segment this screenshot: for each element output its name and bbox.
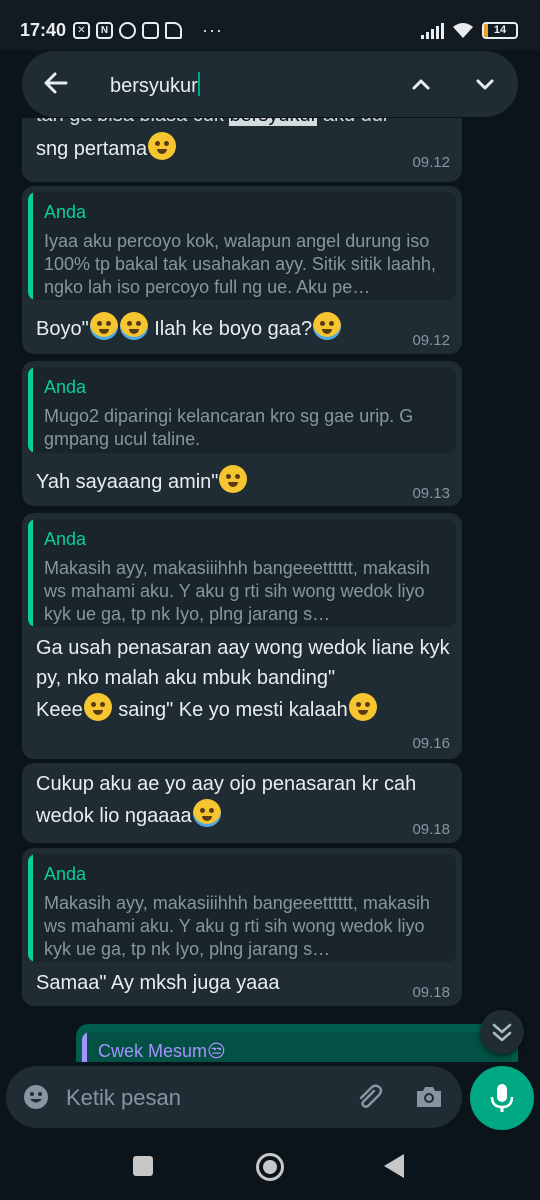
notification-icons: ✕ N bbox=[73, 22, 182, 39]
camera-icon[interactable] bbox=[414, 1082, 444, 1112]
message-bubble[interactable]: Anda Makasih ayy, makasiiihhh bangeeettt… bbox=[22, 848, 462, 1006]
signal-icon bbox=[421, 22, 444, 39]
confounded-face-icon bbox=[83, 693, 112, 721]
file-icon bbox=[165, 22, 182, 39]
message-time: 09.12 bbox=[412, 154, 450, 171]
quote-author: Anda bbox=[44, 202, 87, 222]
message-bubble[interactable]: Anda Makasih ayy, makasiiihhh bangeeettt… bbox=[22, 513, 462, 759]
message-text: Yah sayaaang amin" bbox=[36, 465, 248, 497]
quote-bar bbox=[28, 192, 33, 300]
message-text: Boyo" Ilah ke boyo gaa? bbox=[36, 312, 342, 344]
whatsapp-icon bbox=[119, 22, 136, 39]
silent-bell-icon: ✕ bbox=[73, 22, 90, 39]
microphone-icon bbox=[490, 1084, 514, 1112]
quoted-message[interactable]: Anda Mugo2 diparingi kelancaran kro sg g… bbox=[28, 367, 456, 453]
message-time: 09.16 bbox=[412, 735, 450, 752]
rolling-laughing-icon bbox=[313, 312, 342, 340]
message-time: 09.13 bbox=[412, 485, 450, 502]
rolling-laughing-icon bbox=[119, 312, 148, 340]
weary-face-icon bbox=[348, 693, 377, 721]
battery-icon: 14 bbox=[482, 22, 518, 39]
outgoing-message-bubble[interactable]: Cwek Mesum😒 bbox=[76, 1024, 518, 1062]
message-text: Ga usah penasaran aay wong wedok liane k… bbox=[36, 637, 450, 721]
quote-bar bbox=[28, 519, 33, 627]
pleading-face-icon bbox=[148, 132, 177, 160]
search-highlight: bersyukur bbox=[229, 118, 318, 126]
more-notifications-icon: ··· bbox=[202, 20, 223, 40]
message-input[interactable] bbox=[66, 1085, 336, 1111]
message-time: 09.18 bbox=[412, 821, 450, 838]
quote-author: Anda bbox=[44, 377, 87, 397]
quoted-message[interactable]: Cwek Mesum😒 bbox=[82, 1032, 512, 1062]
voice-record-button[interactable] bbox=[470, 1066, 534, 1130]
quoted-message[interactable]: Anda Iyaa aku percoyo kok, walapun angel… bbox=[28, 192, 456, 300]
scroll-to-bottom-button[interactable] bbox=[480, 1010, 524, 1054]
system-icons: 14 bbox=[421, 22, 518, 39]
message-bubble[interactable]: Cukup aku ae yo aay ojo penasaran kr cah… bbox=[22, 763, 462, 843]
paperclip-icon[interactable] bbox=[354, 1082, 384, 1112]
back-arrow-icon[interactable] bbox=[42, 69, 70, 97]
quote-text: Iyaa aku percoyo kok, walapun angel duru… bbox=[44, 231, 436, 297]
chevron-down-icon[interactable] bbox=[470, 69, 500, 99]
quote-bar bbox=[82, 1032, 87, 1062]
quote-text: Mugo2 diparingi kelancaran kro sg gae ur… bbox=[44, 406, 414, 449]
quoted-message[interactable]: Anda Makasih ayy, makasiiihhh bangeeettt… bbox=[28, 854, 456, 962]
message-time: 09.18 bbox=[412, 984, 450, 1001]
system-navigation-bar bbox=[0, 1134, 540, 1200]
back-button[interactable] bbox=[384, 1154, 404, 1178]
chevron-up-icon[interactable] bbox=[406, 69, 436, 99]
quoted-message[interactable]: Anda Makasih ayy, makasiiihhh bangeeettt… bbox=[28, 519, 456, 627]
quote-author: Cwek Mesum😒 bbox=[98, 1041, 226, 1061]
message-time: 09.12 bbox=[412, 332, 450, 349]
nfc-icon: N bbox=[96, 22, 113, 39]
battery-level: 14 bbox=[493, 24, 507, 36]
search-input[interactable]: bersyukur bbox=[110, 72, 200, 98]
double-chevron-down-icon bbox=[492, 1023, 512, 1042]
message-text: Cukup aku ae yo aay ojo penasaran kr cah… bbox=[36, 773, 417, 827]
search-bar: bersyukur bbox=[22, 51, 518, 117]
quote-bar bbox=[28, 854, 33, 962]
smiling-blush-icon bbox=[219, 465, 248, 493]
message-bubble[interactable]: tan ga bisa biasa cuk bersyukur aku dul … bbox=[22, 118, 462, 182]
quote-author: Anda bbox=[44, 864, 87, 884]
home-button[interactable] bbox=[256, 1153, 284, 1181]
message-composer bbox=[6, 1066, 462, 1128]
message-partial-line: tan ga bisa biasa cuk bersyukur aku dul bbox=[36, 118, 387, 130]
recent-apps-button[interactable] bbox=[133, 1156, 153, 1176]
quote-text: Makasih ayy, makasiiihhh bangeeetttttt, … bbox=[44, 558, 430, 624]
message-text: sng pertama bbox=[36, 132, 177, 164]
quote-bar bbox=[28, 367, 33, 453]
status-bar: 17:40 ✕ N ··· 14 bbox=[0, 0, 540, 50]
message-bubble[interactable]: Anda Iyaa aku percoyo kok, walapun angel… bbox=[22, 186, 462, 354]
crying-face-icon bbox=[192, 799, 221, 827]
message-bubble[interactable]: Anda Mugo2 diparingi kelancaran kro sg g… bbox=[22, 361, 462, 506]
emoji-icon[interactable] bbox=[22, 1083, 50, 1111]
chat-messages[interactable]: tan ga bisa biasa cuk bersyukur aku dul … bbox=[0, 118, 540, 1062]
quote-text: Makasih ayy, makasiiihhh bangeeetttttt, … bbox=[44, 893, 430, 959]
wifi-icon bbox=[453, 23, 473, 38]
message-text: Samaa" Ay mksh juga yaaa bbox=[36, 972, 280, 994]
search-query: bersyukur bbox=[110, 75, 198, 97]
rolling-laughing-icon bbox=[89, 312, 118, 340]
quote-author: Anda bbox=[44, 529, 87, 549]
text-cursor bbox=[197, 72, 200, 96]
whatsapp-chat-screen: 17:40 ✕ N ··· 14 bersyukur sng pertama 0… bbox=[0, 0, 540, 1200]
app-notification-icon bbox=[142, 22, 159, 39]
status-time: 17:40 bbox=[20, 20, 67, 40]
